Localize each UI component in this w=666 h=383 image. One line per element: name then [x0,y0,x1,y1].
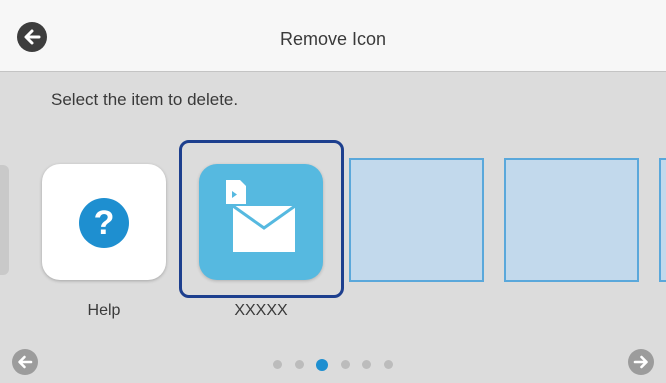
help-item-label: Help [87,302,121,319]
help-icon-tile[interactable]: ? [42,164,166,280]
scan-to-email-icon [226,180,296,252]
empty-slot[interactable] [659,158,666,282]
empty-slot[interactable] [504,158,639,282]
help-question-icon: ? [79,198,129,248]
page-dot [273,360,283,370]
previous-page-peek [0,165,9,275]
scan-item-label: XXXXX [234,302,288,319]
page-dot [362,360,372,370]
scan-item-tile[interactable] [199,164,323,280]
page-indicator [0,356,666,371]
next-page-button[interactable] [628,349,654,375]
page-dot [294,360,304,370]
page-dot [383,360,393,370]
page-title: Remove Icon [279,29,387,49]
instruction-text: Select the item to delete. [51,90,239,109]
page-dot [340,360,350,370]
page-dot-active [316,358,329,371]
empty-slot[interactable] [349,158,484,282]
arrow-right-circle-icon [633,355,648,369]
header-bar: Remove Icon [0,0,666,72]
